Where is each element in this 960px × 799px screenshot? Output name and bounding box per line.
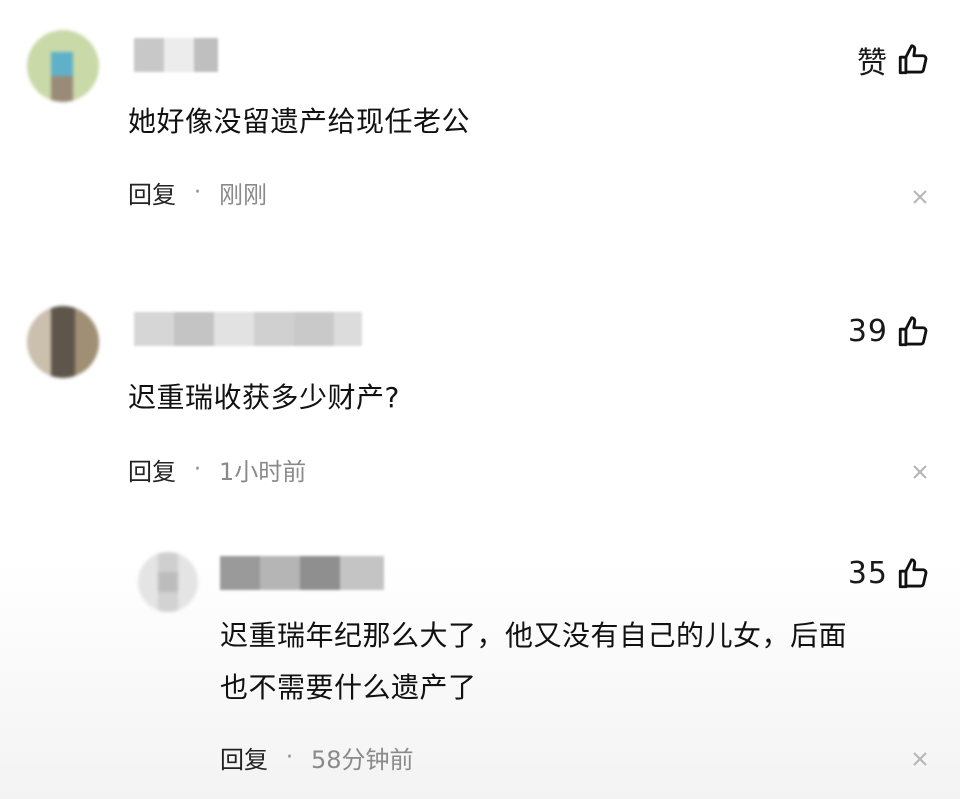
close-icon[interactable] [911, 463, 929, 481]
timestamp: 1小时前 [219, 458, 307, 486]
comment-meta: 回复 · 1小时前 [128, 452, 306, 487]
like-button[interactable]: 35 [848, 556, 930, 591]
like-count: 35 [847, 556, 888, 591]
comment-meta: 回复 · 58分钟前 [220, 740, 414, 775]
comment-text: 迟重瑞年纪那么大了，他又没有自己的儿女，后面 也不需要什么遗产了 [220, 610, 847, 714]
like-count: 39 [847, 314, 888, 349]
reply-button[interactable]: 回复 [128, 175, 176, 210]
comment-text-line-2: 也不需要什么遗产了 [220, 671, 477, 704]
username-blurred[interactable] [220, 556, 384, 590]
username-blurred[interactable] [134, 38, 218, 72]
close-icon[interactable] [911, 188, 929, 206]
comment-text-line-1: 迟重瑞年纪那么大了，他又没有自己的儿女，后面 [220, 619, 848, 652]
timestamp: 58分钟前 [311, 746, 414, 774]
comment-text: 迟重瑞收获多少财产? [128, 381, 400, 414]
like-count: 赞 [857, 46, 888, 81]
close-icon[interactable] [911, 750, 929, 768]
avatar[interactable] [138, 552, 198, 612]
like-button[interactable]: 39 [848, 314, 930, 349]
comment-text: 她好像没留遗产给现任老公 [128, 105, 471, 138]
reply-button[interactable]: 回复 [220, 740, 268, 775]
like-button[interactable]: 赞 [857, 38, 930, 82]
thumbs-up-icon [898, 44, 928, 75]
avatar[interactable] [27, 30, 99, 102]
timestamp: 刚刚 [219, 181, 267, 209]
separator: · [286, 745, 293, 770]
comment-meta: 回复 · 刚刚 [128, 175, 267, 210]
separator: · [194, 180, 201, 205]
thumbs-up-icon [898, 315, 928, 346]
reply-button[interactable]: 回复 [128, 452, 176, 487]
username-blurred[interactable] [134, 312, 362, 346]
avatar[interactable] [27, 306, 99, 378]
thumbs-up-icon [898, 557, 928, 588]
separator: · [194, 457, 201, 482]
